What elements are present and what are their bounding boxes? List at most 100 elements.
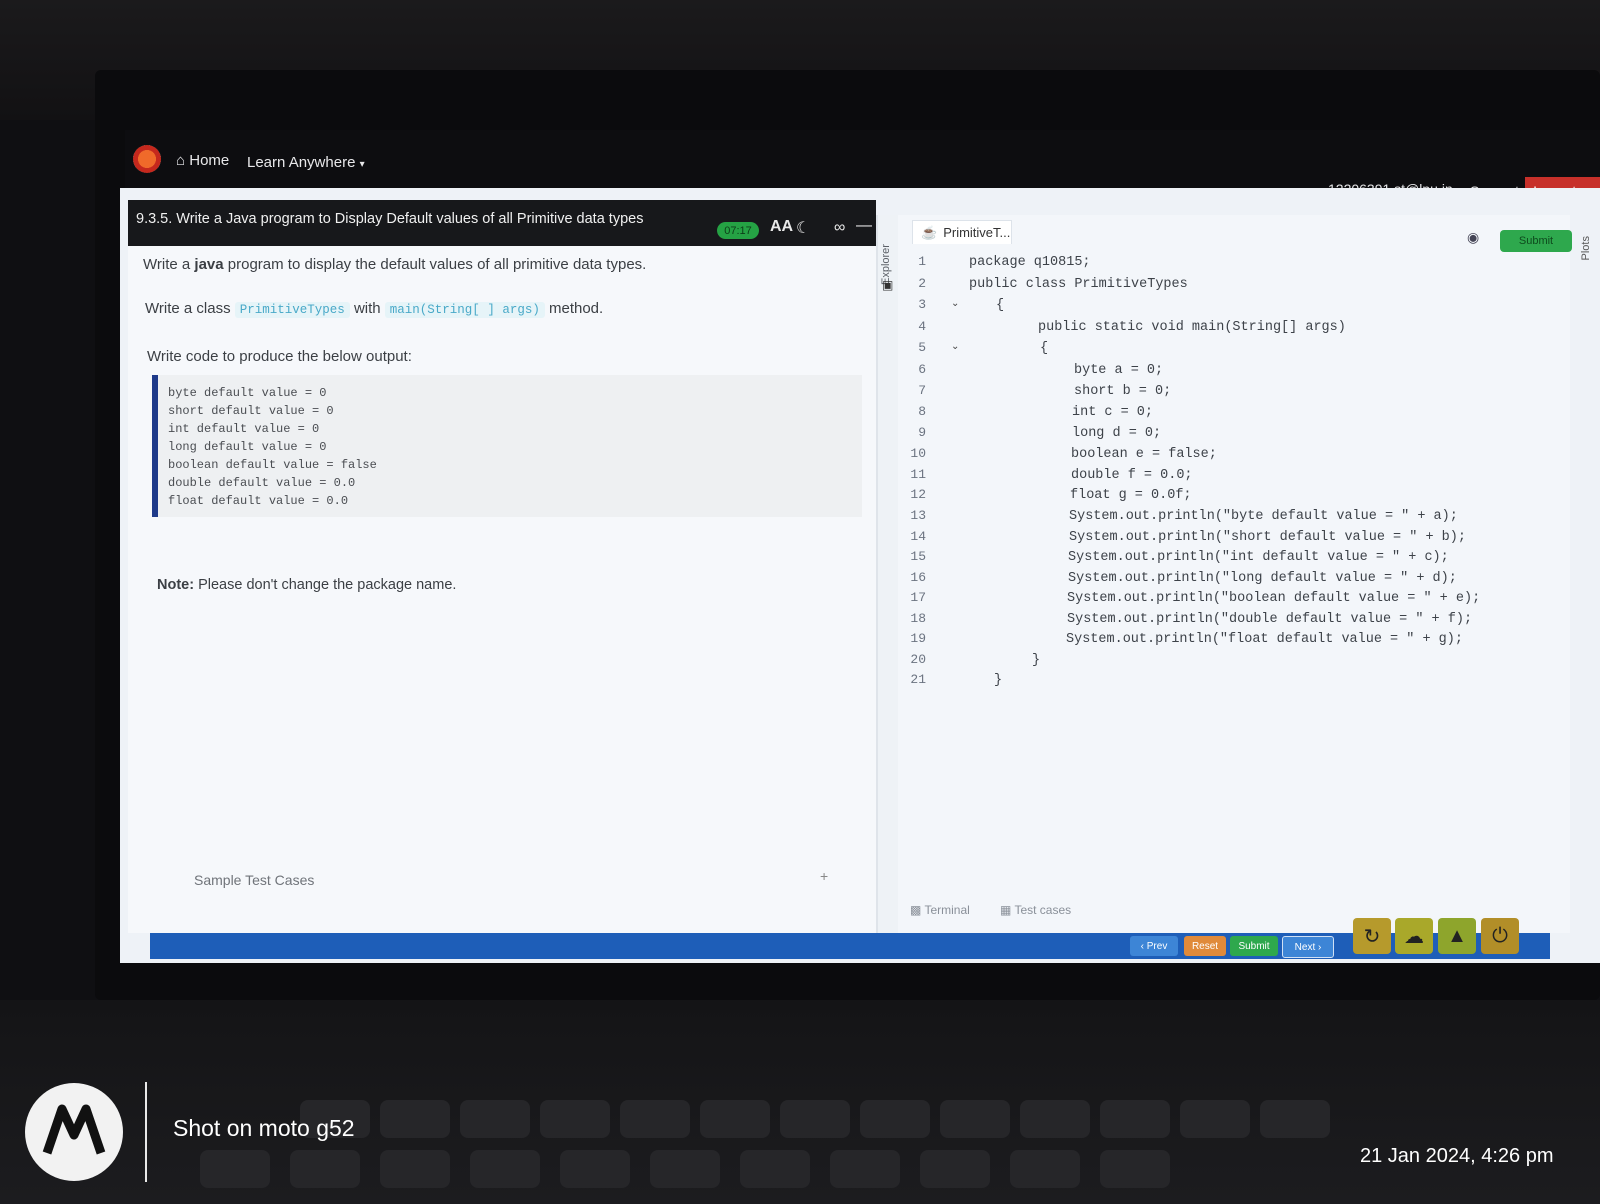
link-icon[interactable]: ∞ xyxy=(834,219,845,237)
key xyxy=(1100,1100,1170,1138)
terminal-icon: ▩ xyxy=(910,903,925,917)
code-line: } xyxy=(1032,653,1041,668)
timer-badge: 07:17 xyxy=(717,222,759,239)
question-line-1: Write a java program to display the defa… xyxy=(143,256,647,273)
line-number: 19 xyxy=(910,631,926,646)
method-signature-code: main(String[ ] args) xyxy=(384,302,545,318)
table-icon: ▦ xyxy=(1000,903,1015,917)
sample-test-cases-toggle[interactable]: Sample Test Cases xyxy=(194,872,314,888)
class-name-code: PrimitiveTypes xyxy=(234,302,350,318)
code-line: System.out.println("short default value … xyxy=(1069,530,1466,545)
output-line: float default value = 0.0 xyxy=(168,494,349,508)
submit-button[interactable]: Submit xyxy=(1230,936,1278,956)
caret-down-icon: ▾ xyxy=(359,159,365,170)
photo-date-text: 21 Jan 2024, 4:26 pm xyxy=(1360,1145,1554,1167)
font-size-icon[interactable]: AA xyxy=(770,218,793,236)
file-tab[interactable]: ☕ PrimitiveT... xyxy=(912,220,1012,244)
code-line: System.out.println("long default value =… xyxy=(1068,571,1457,586)
line-number: 3 xyxy=(918,297,926,312)
key xyxy=(780,1100,850,1138)
next-button[interactable]: Next › xyxy=(1282,936,1334,958)
key xyxy=(380,1100,450,1138)
code-line: package q10815; xyxy=(969,255,1091,270)
code-line: double f = 0.0; xyxy=(1071,468,1193,483)
code-line: int c = 0; xyxy=(1072,405,1154,420)
key xyxy=(700,1100,770,1138)
line-number: 18 xyxy=(910,611,926,626)
code-line: System.out.println("float default value … xyxy=(1066,632,1463,647)
key xyxy=(460,1100,530,1138)
prev-button[interactable]: ‹ Prev xyxy=(1130,936,1178,956)
code-line: { xyxy=(1040,341,1049,356)
line-number: 12 xyxy=(910,487,926,502)
key xyxy=(920,1150,990,1188)
motorola-m-icon xyxy=(42,1104,106,1155)
dark-mode-moon-icon[interactable]: ☾ xyxy=(796,218,810,238)
camera-watermark-text: Shot on moto g52 xyxy=(173,1115,355,1141)
lpu-logo-icon[interactable] xyxy=(133,145,161,173)
key xyxy=(560,1150,630,1188)
settings-circle-icon[interactable]: ◉ xyxy=(1467,229,1479,246)
code-line: public static void main(String[] args) xyxy=(1038,320,1346,335)
key xyxy=(470,1150,540,1188)
key xyxy=(1010,1150,1080,1188)
line-number: 20 xyxy=(910,652,926,667)
code-line: float g = 0.0f; xyxy=(1070,488,1192,503)
terminal-tab[interactable]: ▩ Terminal xyxy=(910,903,970,917)
java-file-icon: ☕ xyxy=(921,224,938,240)
keyboard xyxy=(0,1000,1600,1204)
output-line: boolean default value = false xyxy=(168,458,377,472)
question-title: 9.3.5. Write a Java program to Display D… xyxy=(136,211,644,227)
code-line: System.out.println("byte default value =… xyxy=(1069,509,1458,524)
minimize-icon[interactable]: — xyxy=(856,217,872,235)
code-line: public class PrimitiveTypes xyxy=(969,277,1188,292)
database-icon[interactable]: ▣ xyxy=(882,278,893,292)
line-number: 13 xyxy=(910,508,926,523)
test-cases-tab[interactable]: ▦ Test cases xyxy=(1000,903,1071,917)
line-number: 5 xyxy=(918,340,926,355)
key xyxy=(940,1100,1010,1138)
code-line: System.out.println("int default value = … xyxy=(1068,550,1449,565)
submit-button-top[interactable]: Submit xyxy=(1500,230,1572,252)
motorola-logo-icon xyxy=(25,1083,123,1181)
key xyxy=(1100,1150,1170,1188)
cloud-icon[interactable]: ☁ xyxy=(1395,918,1433,954)
expand-plus-icon[interactable]: + xyxy=(820,868,828,884)
key xyxy=(380,1150,450,1188)
line-number: 6 xyxy=(918,362,926,377)
key xyxy=(860,1100,930,1138)
key xyxy=(650,1150,720,1188)
output-line: double default value = 0.0 xyxy=(168,476,356,490)
nav-home-link[interactable]: ⌂ Home xyxy=(176,152,229,169)
line-number: 14 xyxy=(910,529,926,544)
question-line-3: Write code to produce the below output: xyxy=(147,348,412,365)
explorer-tab[interactable]: Explorer xyxy=(880,225,892,285)
fold-chevron-icon[interactable]: ⌄ xyxy=(951,298,959,309)
line-number: 2 xyxy=(918,276,926,291)
question-line-2: Write a class PrimitiveTypes with main(S… xyxy=(145,300,604,318)
lock-icon[interactable]: ▲ xyxy=(1438,918,1476,954)
refresh-icon[interactable]: ↻ xyxy=(1353,918,1391,954)
code-line: short b = 0; xyxy=(1074,384,1172,399)
code-line: } xyxy=(994,673,1003,688)
line-number: 7 xyxy=(918,383,926,398)
output-line: int default value = 0 xyxy=(168,422,320,436)
fold-chevron-icon[interactable]: ⌄ xyxy=(951,341,959,352)
key xyxy=(740,1150,810,1188)
key xyxy=(290,1150,360,1188)
line-number: 16 xyxy=(910,570,926,585)
plots-tab[interactable]: Plots xyxy=(1580,236,1592,260)
key xyxy=(540,1100,610,1138)
line-number: 11 xyxy=(910,467,926,482)
key xyxy=(620,1100,690,1138)
code-line: byte a = 0; xyxy=(1074,363,1164,378)
line-number: 1 xyxy=(918,254,926,269)
reset-button[interactable]: Reset xyxy=(1184,936,1226,956)
code-line: boolean e = false; xyxy=(1071,447,1217,462)
code-line: System.out.println("double default value… xyxy=(1067,612,1473,627)
key xyxy=(200,1150,270,1188)
line-number: 17 xyxy=(910,590,926,605)
power-icon[interactable]: ⏻ xyxy=(1481,918,1519,954)
output-line: short default value = 0 xyxy=(168,404,334,418)
nav-learn-anywhere-dropdown[interactable]: Learn Anywhere ▾ xyxy=(247,154,365,171)
